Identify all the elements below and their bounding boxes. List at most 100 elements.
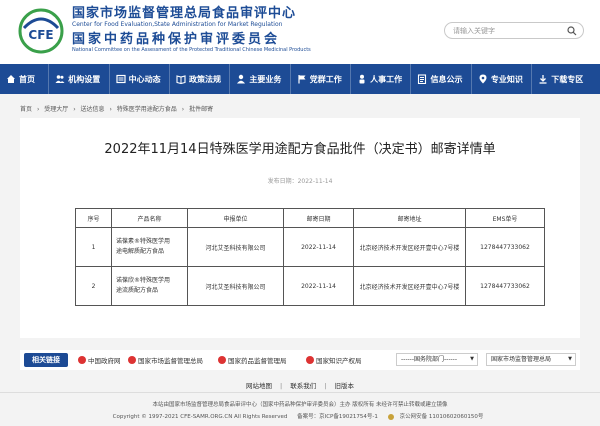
column-header: 邮寄日期 xyxy=(283,208,354,228)
nav-label: 党群工作 xyxy=(309,74,342,84)
search-box xyxy=(444,22,584,39)
cell-date: 2022-11-14 xyxy=(283,227,354,267)
cell-ems: 1278447733062 xyxy=(465,266,545,306)
nav-item-organization[interactable]: 机构设置 xyxy=(49,64,110,94)
nav-item-download[interactable]: 下载专区 xyxy=(532,64,600,94)
nav-label: 信息公示 xyxy=(430,74,463,84)
table-row: 2 诺葆欣®特殊医学用 途流质配方食品 河北艾圣科技有限公司 2022-11-14… xyxy=(75,266,545,306)
article-card: 2022年11月14日特殊医学用途配方食品批件（决定书）邮寄详情单 发布日期：2… xyxy=(20,118,580,338)
news-icon xyxy=(116,74,126,84)
book-icon xyxy=(176,75,186,84)
link-samr[interactable]: 国家市场监督管理总局 xyxy=(128,355,203,365)
chevron-down-icon: ▼ xyxy=(568,356,572,362)
nav-label: 机构设置 xyxy=(68,74,101,84)
table-row: 1 诺葆素®特殊医学用 途电解质配方食品 河北艾圣科技有限公司 2022-11-1… xyxy=(75,227,545,267)
link-nmpa[interactable]: 国家药品监督管理局 xyxy=(218,355,287,365)
nav-item-party[interactable]: 党群工作 xyxy=(291,64,352,94)
nav-label: 主要业务 xyxy=(249,74,282,84)
nav-label: 人事工作 xyxy=(370,74,403,84)
footer-divider xyxy=(0,392,600,393)
cell-address: 北京经济技术开发区经开壹中心7号楼 xyxy=(353,227,466,267)
footer-police-record[interactable]: 京公网安备 11010602060150号 xyxy=(387,413,488,420)
footer-icp[interactable]: 备案号：京ICP备19021754号-1 xyxy=(297,414,378,420)
breadcrumb-separator: › xyxy=(36,106,40,113)
nav-item-news[interactable]: 中心动态 xyxy=(110,64,170,94)
cell-product-name: 诺葆素®特殊医学用 途电解质配方食品 xyxy=(111,227,188,267)
site-header: CFE 国家市场监督管理总局食品审评中心 Center for Food Eva… xyxy=(0,0,600,64)
column-header: EMS单号 xyxy=(465,208,545,228)
footer-separator: | xyxy=(324,382,327,390)
org-name-en-1: Center for Food Evaluation,State Adminis… xyxy=(72,21,283,28)
samr-select[interactable]: 国家市场监督管理总局 ▼ xyxy=(486,353,576,366)
nav-item-policy[interactable]: 政策法规 xyxy=(170,64,231,94)
related-links-bar: 相关链接 中国政府网 国家市场监督管理总局 国家药品监督管理局 国家知识产权局 … xyxy=(20,350,580,370)
footer-old-version-link[interactable]: 旧版本 xyxy=(334,382,354,390)
link-text: 国家市场监督管理总局 xyxy=(138,357,203,365)
cell-no: 2 xyxy=(75,266,112,306)
breadcrumb-separator: › xyxy=(109,106,112,113)
link-text: 国家药品监督管理局 xyxy=(228,357,287,365)
org-name-block: 国家市场监督管理总局食品审评中心 Center for Food Evaluat… xyxy=(72,6,412,53)
cell-address: 北京经济技术开发区经开壹中心7号楼 xyxy=(353,266,466,306)
product-name-line: 途流质配方食品 xyxy=(116,287,159,294)
user-icon xyxy=(237,74,246,84)
breadcrumb-hall[interactable]: 受理大厅 xyxy=(44,106,68,113)
publish-date: 发布日期：2022-11-14 xyxy=(267,178,333,185)
breadcrumb-delivery[interactable]: 送达信息 xyxy=(81,106,105,113)
table-header-row: 序号 产品名称 申报单位 邮寄日期 邮寄地址 EMS单号 xyxy=(75,208,545,228)
search-icon[interactable] xyxy=(567,26,577,36)
cell-company: 河北艾圣科技有限公司 xyxy=(187,227,284,267)
article-title: 2022年11月14日特殊医学用途配方食品批件（决定书）邮寄详情单 xyxy=(104,142,496,157)
search-input[interactable] xyxy=(453,25,563,37)
cell-product-name: 诺葆欣®特殊医学用 途流质配方食品 xyxy=(111,266,188,306)
link-cnipa[interactable]: 国家知识产权局 xyxy=(306,355,362,365)
nav-item-disclosure[interactable]: 信息公示 xyxy=(411,64,472,94)
info-icon xyxy=(418,74,427,84)
cell-company: 河北艾圣科技有限公司 xyxy=(187,266,284,306)
org-name-cn-1: 国家市场监督管理总局食品审评中心 xyxy=(72,6,297,21)
nav-item-home[interactable]: 首页 xyxy=(0,64,50,94)
nav-label: 中心动态 xyxy=(128,74,161,84)
person-icon xyxy=(359,74,365,84)
nav-item-knowledge[interactable]: 专业知识 xyxy=(472,64,533,94)
cell-ems: 1278447733062 xyxy=(465,227,545,267)
link-text: 中国政府网 xyxy=(88,357,121,365)
cell-date: 2022-11-14 xyxy=(283,266,354,306)
breadcrumb: 首页 › 受理大厅 › 送达信息 › 特殊医学用途配方食品 › 批件邮寄 xyxy=(20,104,216,113)
footer-sitemap-link[interactable]: 网站地图 xyxy=(246,382,272,390)
breadcrumb-home[interactable]: 首页 xyxy=(20,106,32,113)
cell-no: 1 xyxy=(75,227,112,267)
footer-links: 网站地图 | 联系我们 | 旧版本 xyxy=(0,380,600,390)
home-icon xyxy=(7,75,15,83)
column-header: 产品名称 xyxy=(111,208,188,228)
product-name-line: 途电解质配方食品 xyxy=(116,248,165,255)
org-name-cn-2: 国家中药品种保护审评委员会 xyxy=(72,32,281,47)
product-name-line: 诺葆素®特殊医学用 xyxy=(116,238,171,245)
police-badge-icon xyxy=(387,413,394,420)
select-value: ------国务院部门------ xyxy=(401,356,457,363)
cfe-logo[interactable]: CFE xyxy=(18,8,64,54)
link-text: 国家知识产权局 xyxy=(316,357,362,365)
pin-icon xyxy=(479,74,487,84)
breadcrumb-separator: › xyxy=(73,106,76,113)
footer-separator: | xyxy=(280,382,283,390)
footer-contact-link[interactable]: 联系我们 xyxy=(290,382,316,390)
breadcrumb-mail[interactable]: 批件邮寄 xyxy=(189,106,213,113)
state-council-dept-select[interactable]: ------国务院部门------ ▼ xyxy=(396,353,478,366)
related-links-label: 相关链接 xyxy=(24,353,68,367)
nav-label: 政策法规 xyxy=(188,74,221,84)
link-gov[interactable]: 中国政府网 xyxy=(78,355,121,365)
product-name-line: 诺葆欣®特殊医学用 xyxy=(116,277,171,284)
nav-item-business[interactable]: 主要业务 xyxy=(230,64,291,94)
svg-text:CFE: CFE xyxy=(28,28,53,42)
mail-detail-table: 序号 产品名称 申报单位 邮寄日期 邮寄地址 EMS单号 1 诺葆素®特殊医学用… xyxy=(75,208,545,306)
footer-copyright: Copyright © 1997-2021 CFE-SAMR.ORG.CN Al… xyxy=(112,414,288,420)
nav-label: 首页 xyxy=(19,74,35,84)
nav-item-hr[interactable]: 人事工作 xyxy=(351,64,412,94)
column-header: 邮寄地址 xyxy=(353,208,466,228)
national-emblem-icon xyxy=(128,356,136,364)
org-name-en-2: National Committee on the Assessment of … xyxy=(72,47,311,53)
breadcrumb-fsmp[interactable]: 特殊医学用途配方食品 xyxy=(117,106,177,113)
footer-copyright-row: Copyright © 1997-2021 CFE-SAMR.ORG.CN Al… xyxy=(0,412,600,420)
nav-label: 专业知识 xyxy=(490,74,523,84)
